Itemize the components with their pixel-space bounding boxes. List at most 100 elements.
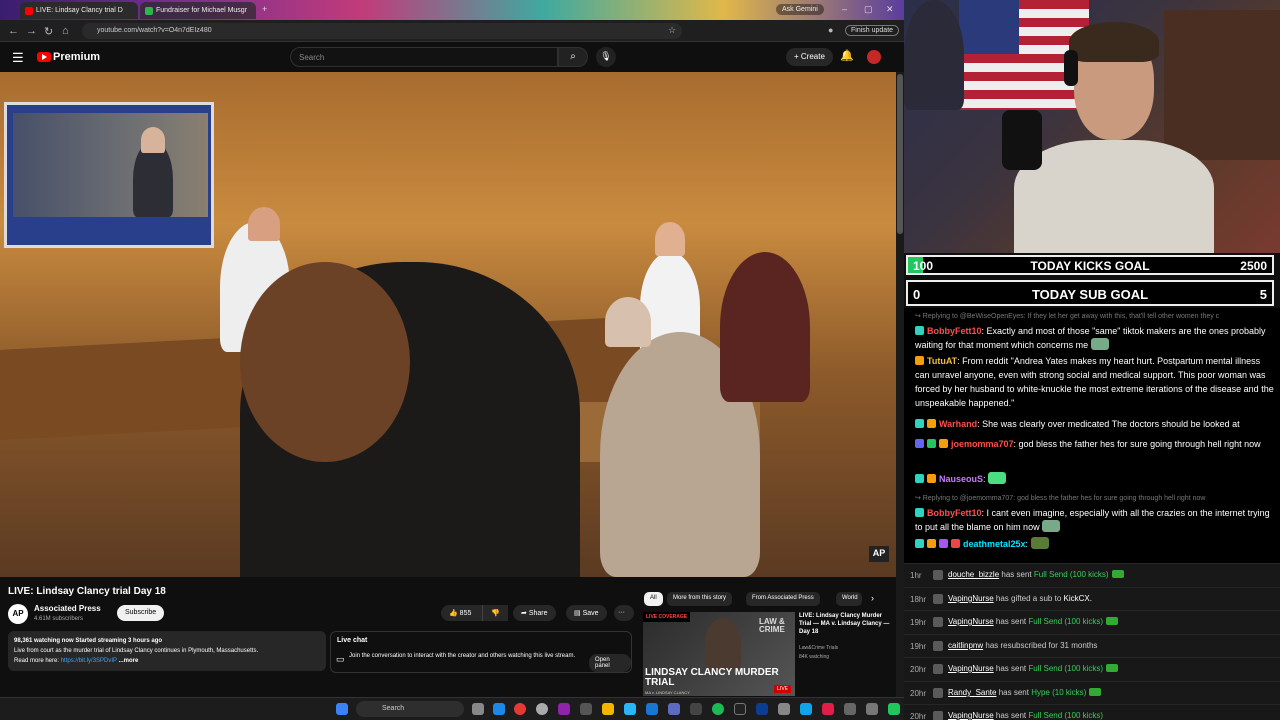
feed-user[interactable]: VapingNurse bbox=[948, 617, 994, 626]
video-player[interactable]: AP bbox=[0, 72, 896, 577]
app-icon[interactable] bbox=[580, 703, 592, 715]
feed-user[interactable]: Randy_Sante bbox=[948, 688, 996, 697]
description-more-button[interactable]: ...more bbox=[119, 658, 139, 664]
taskbar-search[interactable]: Search bbox=[356, 701, 464, 717]
url-field[interactable]: youtube.com/watch?v=O4n7dEIz480 bbox=[82, 23, 682, 39]
app-icon[interactable] bbox=[822, 703, 834, 715]
spotify-icon[interactable] bbox=[712, 703, 724, 715]
recommended-channel[interactable]: Law&Crime Trials bbox=[799, 644, 838, 653]
youtube-logo-icon[interactable] bbox=[37, 52, 51, 62]
channel-name[interactable]: Associated Press bbox=[34, 604, 101, 613]
search-input[interactable]: Search bbox=[290, 47, 558, 67]
chat-message: ↪ Replying to @joemomma707: god bless th… bbox=[915, 492, 1275, 534]
description-link[interactable]: https://bit.ly/3SPDvIP bbox=[61, 658, 117, 664]
chrome-icon[interactable] bbox=[514, 703, 526, 715]
tab-youtube[interactable]: LIVE: Lindsay Clancy trial D bbox=[20, 2, 138, 19]
feed-action: has sent bbox=[1001, 570, 1032, 579]
youtube-favicon-icon bbox=[25, 7, 33, 15]
app-icon[interactable] bbox=[866, 703, 878, 715]
feed-user[interactable]: douche_bizzle bbox=[948, 570, 999, 579]
search-button[interactable]: ⌕ bbox=[558, 47, 588, 67]
discord-icon[interactable] bbox=[668, 703, 680, 715]
forward-icon[interactable]: → bbox=[26, 25, 37, 37]
page-scrollbar[interactable] bbox=[896, 72, 904, 697]
menu-icon[interactable]: ☰ bbox=[12, 50, 24, 66]
chat-username[interactable]: BobbyFett10 bbox=[927, 508, 982, 518]
chevron-right-icon[interactable]: › bbox=[871, 593, 874, 603]
chip-more-from-story[interactable]: More from this story bbox=[667, 592, 733, 606]
chat-username[interactable]: NauseouS bbox=[939, 474, 983, 484]
edge-icon[interactable] bbox=[493, 703, 505, 715]
video-description[interactable]: 98,361 watching now Started streaming 3 … bbox=[8, 631, 326, 671]
feed-user[interactable]: VapingNurse bbox=[948, 594, 994, 603]
kicks-goal-target: 2500 bbox=[1240, 259, 1267, 273]
finish-update-button[interactable]: Finish update bbox=[845, 25, 900, 36]
chat-text: : god bless the father hes for sure goin… bbox=[1013, 439, 1261, 449]
feed-item: KickCX. bbox=[1063, 594, 1092, 603]
subscribe-button[interactable]: Subscribe bbox=[117, 605, 165, 621]
back-icon[interactable]: ← bbox=[8, 25, 19, 37]
chat-username[interactable]: BobbyFett10 bbox=[927, 326, 982, 336]
telegram-icon[interactable] bbox=[624, 703, 636, 715]
voice-search-icon[interactable]: 🎙 bbox=[596, 47, 616, 67]
task-view-icon[interactable] bbox=[472, 703, 484, 715]
app-icon[interactable] bbox=[778, 703, 790, 715]
feed-row: 18hr VapingNurse has gifted a sub to Kic… bbox=[904, 587, 1280, 611]
more-actions-button[interactable]: ··· bbox=[614, 605, 634, 621]
chip-world[interactable]: World bbox=[836, 592, 862, 606]
avatar[interactable] bbox=[867, 50, 881, 64]
file-explorer-icon[interactable] bbox=[602, 703, 614, 715]
reply-context: ↪ Replying to @joemomma707: god bless th… bbox=[915, 495, 1206, 502]
app-icon[interactable] bbox=[646, 703, 658, 715]
app-icon[interactable] bbox=[800, 703, 812, 715]
activity-feed: 1hr douche_bizzle has sent Full Send (10… bbox=[904, 563, 1280, 720]
feed-user[interactable]: VapingNurse bbox=[948, 664, 994, 673]
chat-username[interactable]: joemomma707 bbox=[951, 439, 1014, 449]
app-icon[interactable] bbox=[734, 703, 746, 715]
reload-icon[interactable]: ↻ bbox=[44, 25, 53, 38]
feed-row: 19hr VapingNurse has sent Full Send (100… bbox=[904, 610, 1280, 634]
tab-fundraiser[interactable]: Fundraiser for Michael Musgr bbox=[140, 2, 256, 19]
app-icon[interactable] bbox=[690, 703, 702, 715]
open-panel-button[interactable]: Open panel bbox=[589, 654, 631, 672]
premiere-icon[interactable] bbox=[756, 703, 768, 715]
dislike-button[interactable]: 👎 bbox=[482, 605, 508, 621]
new-tab-icon[interactable]: + bbox=[262, 4, 267, 14]
minimize-icon[interactable]: – bbox=[842, 4, 847, 14]
chat-username[interactable]: TutuAT bbox=[927, 356, 957, 366]
feed-time: 1hr bbox=[910, 571, 922, 580]
windows-start-icon[interactable] bbox=[336, 703, 348, 715]
save-button[interactable]: ▤ Save bbox=[566, 605, 607, 621]
recommended-video-title[interactable]: LIVE: Lindsay Clancy Murder Trial — MA v… bbox=[799, 612, 894, 636]
chat-username[interactable]: Warhand bbox=[939, 419, 977, 429]
subscriber-badge-icon bbox=[915, 508, 924, 517]
profile-icon[interactable]: ● bbox=[828, 25, 833, 35]
bookmark-star-icon[interactable]: ☆ bbox=[668, 25, 676, 36]
feed-user[interactable]: caitlinpnw bbox=[948, 641, 983, 650]
home-icon[interactable]: ⌂ bbox=[62, 25, 69, 37]
app-icon[interactable] bbox=[844, 703, 856, 715]
live-chat-text: Join the conversation to interact with t… bbox=[349, 653, 576, 659]
create-button[interactable]: + Create bbox=[786, 48, 833, 66]
ask-gemini-button[interactable]: Ask Gemini bbox=[776, 4, 824, 15]
notifications-bell-icon[interactable]: 🔔 bbox=[840, 49, 854, 62]
share-button[interactable]: ➦ Share bbox=[513, 605, 556, 621]
maximize-icon[interactable]: ▢ bbox=[864, 4, 873, 15]
chat-username[interactable]: deathmetal25x bbox=[963, 539, 1026, 549]
close-icon[interactable]: ✕ bbox=[886, 4, 894, 15]
channel-avatar[interactable]: AP bbox=[8, 604, 28, 624]
chip-all[interactable]: All bbox=[644, 592, 663, 606]
scrollbar-thumb[interactable] bbox=[897, 74, 903, 234]
feed-row: 20hr VapingNurse has sent Full Send (100… bbox=[904, 657, 1280, 681]
subscriber-badge-icon bbox=[915, 474, 924, 483]
chip-from-associated-press[interactable]: From Associated Press bbox=[746, 592, 820, 606]
youtube-brand[interactable]: Premium bbox=[53, 51, 100, 63]
obs-icon[interactable] bbox=[536, 703, 548, 715]
feed-user[interactable]: VapingNurse bbox=[948, 711, 994, 720]
chat-message: TutuAT: From reddit "Andrea Yates makes … bbox=[915, 354, 1275, 410]
app-icon[interactable] bbox=[888, 703, 900, 715]
recommended-video-thumbnail[interactable]: LIVE COVERAGE LAW & CRIME LINDSAY CLANCY… bbox=[643, 612, 795, 696]
kicks-goal-title: TODAY KICKS GOAL bbox=[1030, 259, 1150, 273]
search-icon: ⌕ bbox=[570, 51, 576, 62]
app-icon[interactable] bbox=[558, 703, 570, 715]
